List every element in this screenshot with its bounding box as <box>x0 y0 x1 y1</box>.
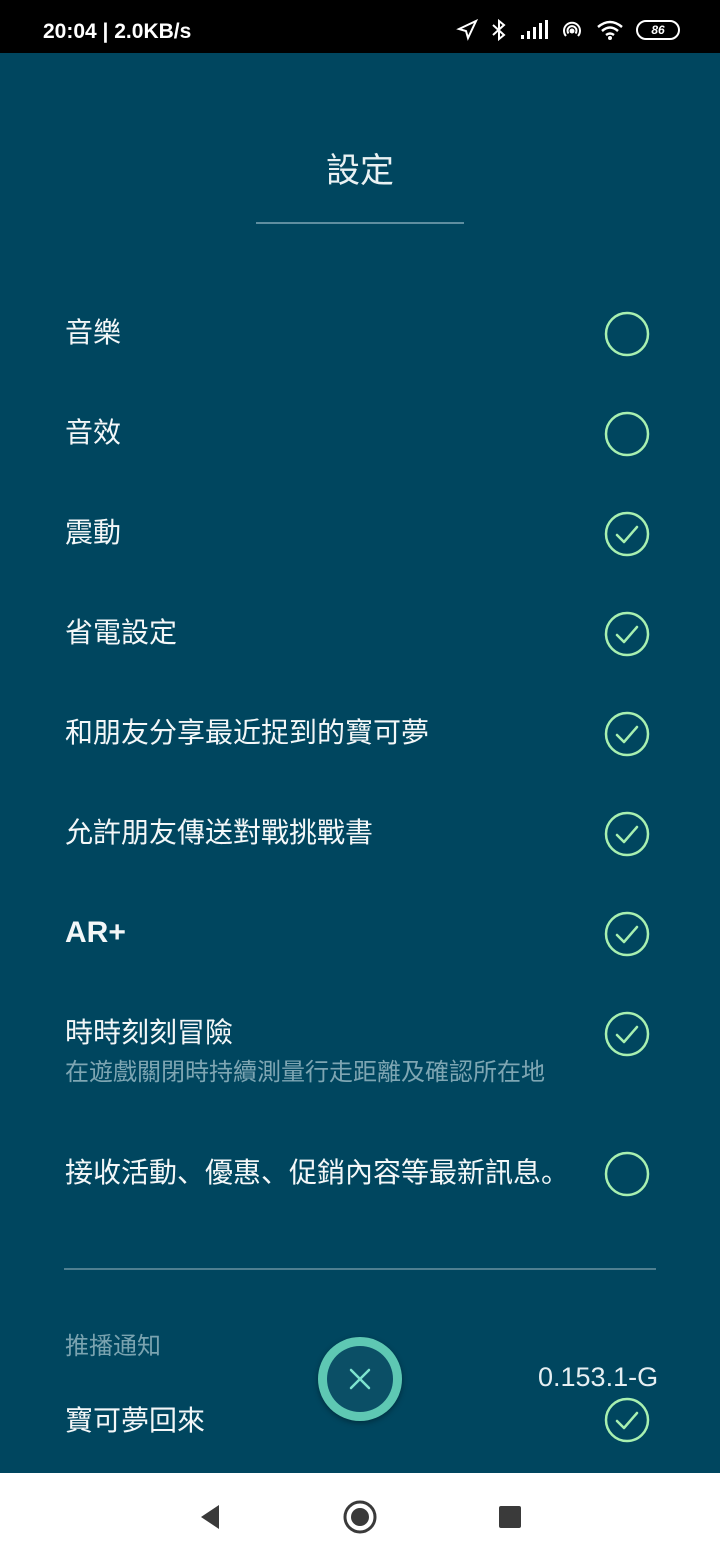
checked-circle-icon <box>604 611 650 657</box>
setting-label: 時時刻刻冒險 <box>65 1016 234 1049</box>
setting-checkbox[interactable] <box>604 811 650 857</box>
setting-checkbox[interactable] <box>604 1397 650 1443</box>
recents-icon <box>499 1505 521 1528</box>
nav-back-button[interactable] <box>180 1473 240 1560</box>
setting-label: 震動 <box>65 516 122 549</box>
battery-level: 86 <box>651 23 665 37</box>
back-icon <box>201 1504 219 1529</box>
checked-circle-icon <box>604 711 650 757</box>
setting-label: 接收活動、優惠、促銷內容等最新訊息。 <box>65 1156 570 1189</box>
setting-row: 接收活動、優惠、促銷內容等最新訊息。 <box>65 1156 655 1190</box>
version-label: 0.153.1-G <box>538 1362 659 1392</box>
setting-row: 震動 <box>65 516 655 550</box>
setting-label: AR+ <box>65 916 126 949</box>
setting-checkbox[interactable] <box>604 911 650 957</box>
page-title: 設定 <box>326 151 394 191</box>
setting-checkbox[interactable] <box>604 1011 650 1057</box>
nav-home-button[interactable] <box>330 1473 390 1560</box>
setting-row: 允許朋友傳送對戰挑戰書 <box>65 816 655 850</box>
setting-checkbox[interactable] <box>604 1151 650 1197</box>
setting-row: 時時刻刻冒險在遊戲關閉時持續測量行走距離及確認所在地 <box>65 1016 655 1088</box>
home-icon <box>343 1500 377 1533</box>
setting-row: 和朋友分享最近捉到的寶可夢 <box>65 716 655 750</box>
status-icons: 86 <box>456 18 680 42</box>
setting-checkbox[interactable] <box>604 511 650 557</box>
navigation-bar <box>0 1473 720 1560</box>
checked-circle-icon <box>604 1397 650 1443</box>
setting-label: 和朋友分享最近捉到的寶可夢 <box>65 716 430 749</box>
checked-circle-icon <box>604 1011 650 1057</box>
empty-circle-icon <box>604 1151 650 1197</box>
checked-circle-icon <box>604 911 650 957</box>
location-arrow-icon <box>456 19 478 41</box>
signal-icon <box>521 20 548 39</box>
setting-checkbox[interactable] <box>604 611 650 657</box>
setting-row: AR+ <box>65 916 655 950</box>
status-time: 20:04 | 2.0KB/s <box>43 20 192 43</box>
battery-icon: 86 <box>636 20 680 40</box>
close-button-inner <box>327 1346 393 1412</box>
empty-circle-icon <box>604 311 650 357</box>
setting-label: 音效 <box>65 416 122 449</box>
bluetooth-icon <box>492 18 506 42</box>
close-button[interactable] <box>318 1337 402 1421</box>
setting-row: 省電設定 <box>65 616 655 650</box>
setting-checkbox[interactable] <box>604 311 650 357</box>
nav-recents-button[interactable] <box>480 1473 540 1560</box>
checked-circle-icon <box>604 811 650 857</box>
setting-checkbox[interactable] <box>604 711 650 757</box>
checked-circle-icon <box>604 511 650 557</box>
push-notifications-heading: 推播通知 <box>65 1332 161 1360</box>
section-divider <box>64 1268 656 1270</box>
setting-row: 音效 <box>65 416 655 450</box>
wifi-icon <box>597 20 623 40</box>
setting-label: 音樂 <box>65 316 122 349</box>
title-underline <box>256 222 464 224</box>
setting-description: 在遊戲關閉時持續測量行走距離及確認所在地 <box>65 1058 545 1086</box>
setting-label: 省電設定 <box>65 616 178 649</box>
status-bar: 20:04 | 2.0KB/s 86 <box>0 0 720 53</box>
setting-row: 音樂 <box>65 316 655 350</box>
setting-label: 允許朋友傳送對戰挑戰書 <box>65 816 374 849</box>
empty-circle-icon <box>604 411 650 457</box>
close-icon <box>349 1368 371 1390</box>
hotspot-icon <box>563 21 581 37</box>
setting-checkbox[interactable] <box>604 411 650 457</box>
